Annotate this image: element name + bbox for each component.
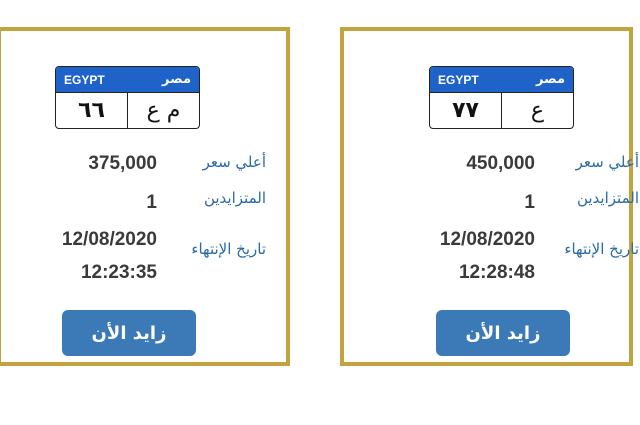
plate-header: EGYPT مصر: [430, 67, 573, 92]
highest-bid-label: أعلي سعر: [202, 153, 266, 171]
end-date-label: تاريخ الإنتهاء: [191, 240, 266, 258]
plate-country-ar: مصر: [536, 72, 565, 87]
plate-country-ar: مصر: [162, 72, 191, 87]
end-date: 12/08/2020: [439, 229, 535, 250]
highest-bid-value: 375,000: [88, 153, 157, 174]
plate-letters: ع: [530, 98, 545, 123]
bid-now-button[interactable]: زايد الأن: [62, 310, 196, 356]
highest-bid-label: أعلي سعر: [575, 153, 639, 171]
plate-numbers: ٦٦: [56, 93, 128, 128]
plate-numbers: ٧٧: [430, 93, 502, 128]
end-time: 12:28:48: [458, 262, 535, 283]
highest-bid-value: 450,000: [466, 153, 535, 174]
plate-letters: م ع: [146, 98, 181, 123]
plate-country-en: EGYPT: [64, 72, 105, 87]
plate-country-en: EGYPT: [438, 72, 479, 87]
auction-card: EGYPT مصر ٦٦ م ع أعلي سعر 375,000 المتزا…: [0, 27, 290, 366]
bidders-count: 1: [524, 192, 535, 213]
end-date-label: تاريخ الإنتهاء: [564, 240, 639, 258]
license-plate: EGYPT مصر ٦٦ م ع: [55, 66, 200, 129]
bidders-count: 1: [146, 192, 157, 213]
bidders-label: المتزايدين: [576, 189, 639, 207]
license-plate: EGYPT مصر ٧٧ ع: [429, 66, 574, 129]
bidders-label: المتزايدين: [203, 189, 266, 207]
bid-now-button[interactable]: زايد الأن: [436, 310, 570, 356]
end-date: 12/08/2020: [61, 229, 157, 250]
plate-body: ٧٧ ع: [430, 92, 573, 128]
end-time: 12:23:35: [80, 262, 157, 283]
plate-header: EGYPT مصر: [56, 67, 199, 92]
plate-body: ٦٦ م ع: [56, 92, 199, 128]
auction-card: EGYPT مصر ٧٧ ع أعلي سعر 450,000 المتزايد…: [340, 27, 639, 366]
